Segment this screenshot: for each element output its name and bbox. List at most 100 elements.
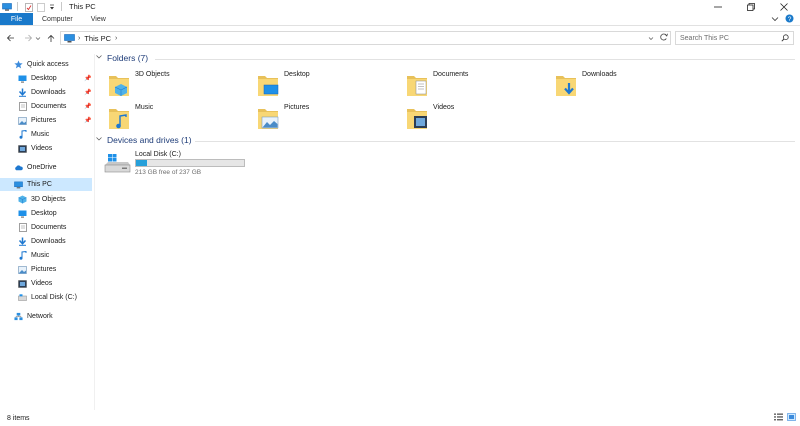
expand-ribbon-button[interactable] (771, 15, 779, 24)
drive-usage-fill (136, 160, 147, 166)
drive-name: Local Disk (C:) (135, 151, 181, 158)
breadcrumb-separator-icon[interactable]: › (78, 35, 80, 42)
nav-quick-access[interactable]: Quick access (0, 58, 92, 71)
folder-label: Videos (433, 104, 455, 111)
nav-item-label: Documents (31, 224, 67, 231)
minimize-icon (713, 6, 722, 7)
videos-icon (18, 279, 27, 288)
nav-quick-pictures[interactable]: Pictures 📌 (0, 114, 92, 127)
this-pc-icon[interactable] (2, 2, 12, 11)
hard-drive-icon (18, 293, 27, 302)
folder-tile-documents[interactable]: Documents (406, 70, 546, 100)
status-bar: 8 items (0, 410, 800, 426)
properties-icon[interactable] (25, 2, 34, 12)
search-icon[interactable] (781, 34, 789, 44)
nav-pc-3d-objects[interactable]: 3D Objects (0, 193, 92, 206)
desktop-icon (18, 74, 27, 83)
pin-icon[interactable]: 📌 (84, 117, 91, 124)
ribbon-tabs: File Computer View ? (0, 13, 800, 26)
nav-pc-downloads[interactable]: Downloads (0, 235, 92, 248)
nav-this-pc[interactable]: This PC (0, 178, 92, 191)
nav-quick-videos[interactable]: Videos (0, 142, 92, 155)
view-toggle (774, 413, 796, 423)
nav-network[interactable]: Network (0, 310, 92, 323)
customize-toolbar-icon[interactable] (49, 3, 55, 11)
folder-label: Music (135, 104, 154, 111)
large-icons-view-button[interactable] (787, 413, 796, 423)
pin-icon[interactable]: 📌 (84, 103, 91, 110)
nav-pc-videos[interactable]: Videos (0, 277, 92, 290)
nav-item-label: Local Disk (C:) (31, 294, 77, 301)
nav-quick-documents[interactable]: Documents 📌 (0, 100, 92, 113)
pin-icon[interactable]: 📌 (84, 75, 91, 82)
folders-group-header[interactable]: Folders (7) (96, 53, 148, 63)
forward-button[interactable] (22, 30, 34, 46)
tab-file[interactable]: File (0, 13, 33, 25)
devices-group-header[interactable]: Devices and drives (1) (96, 135, 192, 145)
breadcrumb-this-pc[interactable]: This PC (84, 34, 111, 43)
pane-divider[interactable] (94, 54, 95, 410)
refresh-button[interactable] (660, 33, 668, 43)
folder-tile-videos[interactable]: Videos (406, 103, 546, 133)
collapse-chevron-icon[interactable] (96, 137, 102, 143)
nav-item-label: Downloads (31, 89, 66, 96)
3d-objects-folder-icon (108, 72, 130, 98)
nav-item-label: Network (27, 313, 53, 320)
nav-item-label: Quick access (27, 61, 69, 68)
folders-group-label: Folders (7) (107, 53, 149, 63)
network-icon (14, 312, 23, 321)
nav-pc-documents[interactable]: Documents (0, 221, 92, 234)
address-bar[interactable]: › This PC › (60, 31, 671, 45)
breadcrumb-chevron-icon[interactable]: › (115, 35, 117, 42)
this-pc-icon (14, 180, 23, 189)
close-button[interactable] (767, 0, 800, 13)
nav-item-label: 3D Objects (31, 196, 66, 203)
this-pc-icon (64, 33, 75, 42)
help-button[interactable]: ? (785, 14, 794, 25)
nav-pc-pictures[interactable]: Pictures (0, 263, 92, 276)
recent-locations-button[interactable] (34, 30, 42, 46)
nav-pc-desktop[interactable]: Desktop (0, 207, 92, 220)
address-history-button[interactable] (648, 34, 654, 43)
documents-icon (18, 223, 27, 232)
nav-quick-desktop[interactable]: Desktop 📌 (0, 72, 92, 85)
search-box[interactable]: Search This PC (675, 31, 794, 45)
nav-quick-music[interactable]: Music (0, 128, 92, 141)
collapse-chevron-icon[interactable] (96, 55, 102, 61)
nav-item-label: Videos (31, 280, 53, 287)
folder-tile-pictures[interactable]: Pictures (257, 103, 397, 133)
back-button[interactable] (4, 30, 16, 46)
folder-tile-3d-objects[interactable]: 3D Objects (108, 70, 248, 100)
folder-tile-desktop[interactable]: Desktop (257, 70, 397, 100)
folder-tile-music[interactable]: Music (108, 103, 248, 133)
nav-pc-local-disk[interactable]: Local Disk (C:) (0, 291, 92, 304)
new-folder-icon[interactable] (37, 2, 46, 12)
help-icon: ? (785, 14, 794, 23)
folder-label: Pictures (284, 104, 310, 111)
downloads-folder-icon (555, 72, 577, 98)
folder-label: Desktop (284, 71, 310, 78)
folder-tile-downloads[interactable]: Downloads (555, 70, 695, 100)
item-count: 8 items (7, 414, 30, 422)
nav-pc-music[interactable]: Music (0, 249, 92, 262)
chevron-down-icon (648, 36, 654, 40)
restore-button[interactable] (734, 0, 767, 13)
nav-item-label: Desktop (31, 75, 57, 82)
nav-onedrive[interactable]: OneDrive (0, 161, 92, 174)
navigation-bar: › This PC › Search This PC (0, 28, 800, 48)
cloud-icon (14, 163, 23, 172)
tab-computer[interactable]: Computer (33, 13, 82, 25)
folder-label: Documents (433, 71, 469, 78)
tab-view[interactable]: View (82, 13, 115, 25)
details-view-button[interactable] (774, 413, 783, 423)
quick-access-toolbar: This PC (0, 0, 96, 13)
minimize-button[interactable] (701, 0, 734, 13)
3d-objects-icon (18, 195, 27, 204)
drive-tile-local-disk[interactable]: Local Disk (C:) 213 GB free of 237 GB (104, 151, 264, 179)
up-button[interactable] (45, 30, 57, 46)
up-arrow-icon (47, 34, 55, 42)
pin-icon[interactable]: 📌 (84, 89, 91, 96)
title-bar: This PC (0, 0, 800, 13)
music-note-icon (18, 130, 27, 139)
nav-quick-downloads[interactable]: Downloads 📌 (0, 86, 92, 99)
